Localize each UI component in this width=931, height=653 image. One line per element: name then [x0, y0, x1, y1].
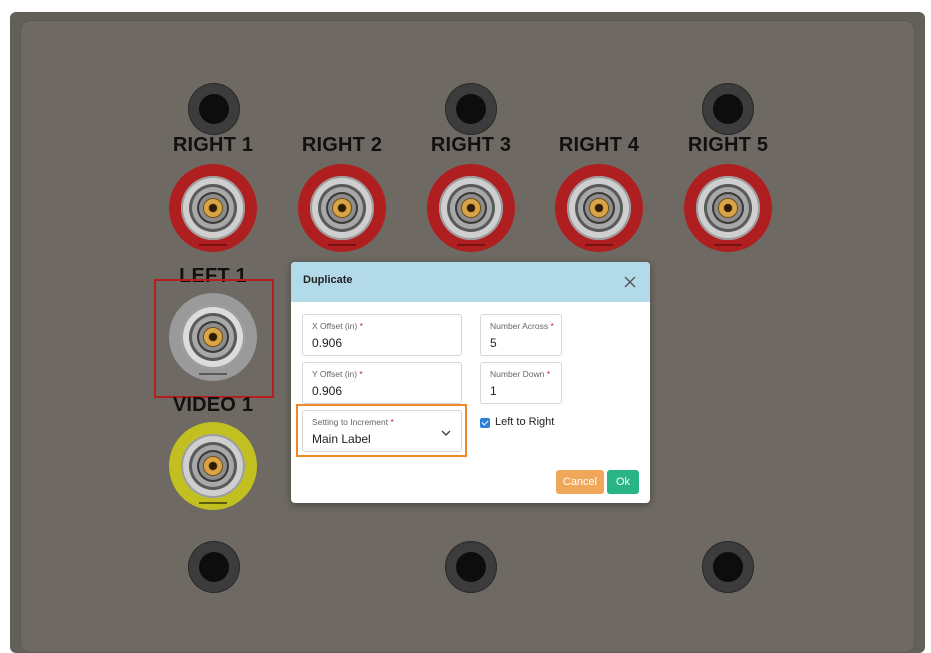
label-right-4[interactable]: RIGHT 4 — [544, 134, 654, 157]
label-right-5[interactable]: RIGHT 5 — [673, 134, 783, 157]
required-marker: * — [546, 369, 551, 379]
mount-hole-top-left — [188, 83, 240, 135]
ok-button[interactable]: Ok — [607, 470, 639, 494]
number-down-label: Number Down — [490, 369, 545, 379]
y-offset-field[interactable]: Y Offset (in) * 0.906 — [302, 362, 462, 404]
mount-hole-bottom-center — [445, 541, 497, 593]
bnc-jack-video-1[interactable] — [169, 422, 257, 510]
left-to-right-checkbox[interactable] — [480, 418, 490, 428]
required-marker: * — [359, 369, 363, 379]
number-across-value[interactable]: 5 — [490, 336, 497, 350]
mount-hole-top-right — [702, 83, 754, 135]
mount-hole-bottom-right — [702, 541, 754, 593]
required-marker: * — [359, 321, 363, 331]
number-down-value[interactable]: 1 — [490, 384, 497, 398]
number-across-field[interactable]: Number Across * 5 — [480, 314, 562, 356]
dialog-header: Duplicate — [291, 262, 650, 302]
label-right-1[interactable]: RIGHT 1 — [158, 134, 268, 157]
bnc-jack-right-5[interactable] — [684, 164, 772, 252]
bnc-jack-right-1[interactable] — [169, 164, 257, 252]
x-offset-field[interactable]: X Offset (in) * 0.906 — [302, 314, 462, 356]
increment-highlight-outline — [296, 404, 467, 457]
label-right-3[interactable]: RIGHT 3 — [416, 134, 526, 157]
bnc-jack-right-3[interactable] — [427, 164, 515, 252]
dialog-title: Duplicate — [303, 274, 353, 286]
x-offset-value[interactable]: 0.906 — [312, 336, 342, 350]
close-icon[interactable] — [620, 272, 640, 292]
selection-outline[interactable] — [154, 279, 274, 398]
number-down-field[interactable]: Number Down * 1 — [480, 362, 562, 404]
cancel-button[interactable]: Cancel — [556, 470, 604, 494]
label-video-1[interactable]: VIDEO 1 — [158, 394, 268, 417]
number-across-label: Number Across — [490, 321, 549, 331]
bnc-jack-right-4[interactable] — [555, 164, 643, 252]
bnc-jack-right-2[interactable] — [298, 164, 386, 252]
label-right-2[interactable]: RIGHT 2 — [287, 134, 397, 157]
y-offset-label: Y Offset (in) — [312, 369, 358, 379]
x-offset-label: X Offset (in) — [312, 321, 358, 331]
left-to-right-label[interactable]: Left to Right — [495, 416, 554, 428]
y-offset-value[interactable]: 0.906 — [312, 384, 342, 398]
mount-hole-top-center — [445, 83, 497, 135]
required-marker: * — [550, 321, 554, 331]
mount-hole-bottom-left — [188, 541, 240, 593]
